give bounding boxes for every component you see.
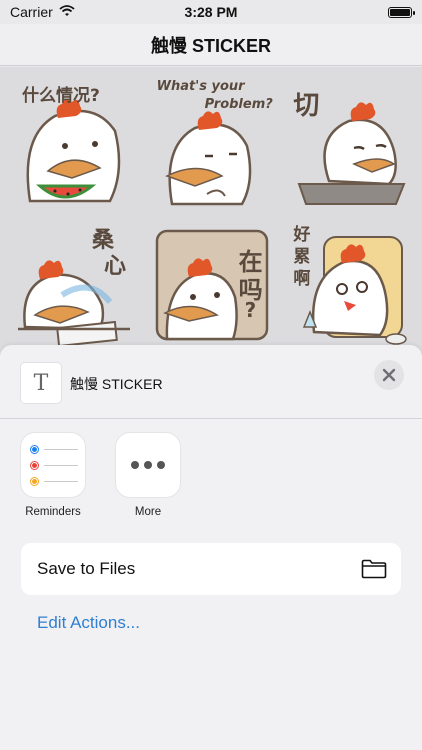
nav-bar: 触慢 STICKER xyxy=(0,24,422,66)
sticker-grid: 什么情况? What's your Problem? 切 桑 心 在 吗 ? 好… xyxy=(0,67,422,357)
chicken-sad-crying-icon xyxy=(18,259,131,347)
battery-icon xyxy=(388,6,415,18)
close-button[interactable] xyxy=(374,360,404,390)
app-reminders[interactable]: Reminders xyxy=(13,433,93,518)
close-icon xyxy=(382,368,396,382)
save-to-files-button[interactable]: Save to Files xyxy=(21,543,401,595)
reminders-icon xyxy=(21,433,85,497)
share-sheet-title: 触慢 STICKER xyxy=(70,376,163,392)
sticker-1[interactable]: 什么情况? xyxy=(8,73,141,210)
sticker-caption-line3: 啊 xyxy=(293,269,311,289)
sticker-3[interactable]: 切 xyxy=(281,73,414,210)
action-label: Save to Files xyxy=(37,559,136,578)
share-sheet-header: T 触慢 STICKER xyxy=(0,345,422,419)
app-label-reminders: Reminders xyxy=(25,506,81,518)
document-thumbnail: T xyxy=(21,363,61,403)
edit-actions-link[interactable]: Edit Actions... xyxy=(37,613,140,633)
sticker-4[interactable]: 桑 心 xyxy=(8,214,141,351)
more-icon xyxy=(116,433,180,497)
sticker-caption-line3: ? xyxy=(244,298,257,322)
share-sheet: T 触慢 STICKER Reminders More Save to File… xyxy=(0,345,422,750)
sticker-5[interactable]: 在 吗 ? xyxy=(145,214,278,351)
sticker-6[interactable]: 好 累 啊 xyxy=(281,214,414,351)
status-time: 3:28 PM xyxy=(184,4,238,20)
sticker-caption-line2: 心 xyxy=(104,254,127,279)
sticker-caption: 切 xyxy=(293,91,320,121)
share-apps-row: Reminders More xyxy=(0,433,422,533)
app-more[interactable]: More xyxy=(108,433,188,518)
app-label-more: More xyxy=(134,506,162,518)
page-title: 触慢 STICKER xyxy=(150,35,271,56)
status-bar: Carrier 3:28 PM xyxy=(0,0,422,24)
sticker-caption-line2: Problem? xyxy=(204,97,273,112)
sticker-caption: 什么情况? xyxy=(22,86,100,106)
chicken-shrugging-icon xyxy=(165,110,252,205)
folder-icon xyxy=(361,559,387,579)
sticker-caption-line1: What's your xyxy=(156,79,245,94)
sticker-2[interactable]: What's your Problem? xyxy=(145,73,278,210)
text-cursor-icon: T xyxy=(33,370,49,396)
